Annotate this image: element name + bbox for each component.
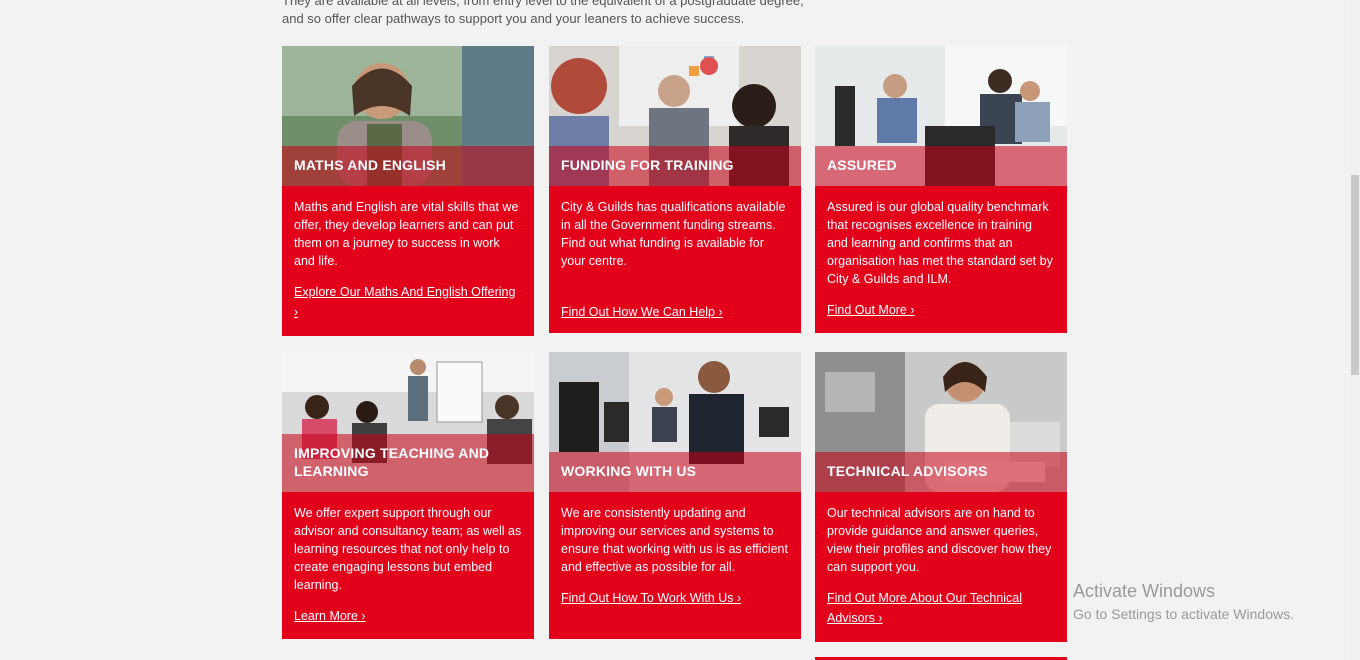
card-body: Assured is our global quality benchmark … bbox=[815, 186, 1067, 332]
card-image: MATHS AND ENGLISH bbox=[282, 46, 534, 186]
card-working-with-us: WORKING WITH US We are consistently upda… bbox=[549, 352, 801, 639]
page-scrollbar[interactable] bbox=[1350, 0, 1360, 660]
card-body: We are consistently updating and improvi… bbox=[549, 492, 801, 620]
card-image: WORKING WITH US bbox=[549, 352, 801, 492]
card-description: Our technical advisors are on hand to pr… bbox=[827, 506, 1052, 574]
technical-advisors-link[interactable]: Find Out More About Our Technical Adviso… bbox=[827, 588, 1055, 628]
card-image: ASSURED bbox=[815, 46, 1067, 186]
card-body: We offer expert support through our advi… bbox=[282, 492, 534, 638]
card-technical-advisors: TECHNICAL ADVISORS Our technical advisor… bbox=[815, 352, 1067, 642]
intro-text: They are available at all levels, from e… bbox=[282, 0, 822, 28]
card-improving-teaching: IMPROVING TEACHING AND LEARNING We offer… bbox=[282, 352, 534, 639]
card-description: Maths and English are vital skills that … bbox=[294, 200, 519, 268]
card-title: WORKING WITH US bbox=[561, 463, 697, 479]
card-title: TECHNICAL ADVISORS bbox=[827, 463, 988, 479]
card-maths-english: MATHS AND ENGLISH Maths and English are … bbox=[282, 46, 534, 336]
card-title: MATHS AND ENGLISH bbox=[294, 157, 446, 173]
activate-windows-subtitle: Go to Settings to activate Windows. bbox=[1073, 606, 1294, 622]
scrollbar-thumb[interactable] bbox=[1351, 175, 1359, 375]
intro-line-2: and so offer clear pathways to support y… bbox=[282, 11, 745, 26]
card-description: Assured is our global quality benchmark … bbox=[827, 200, 1053, 286]
explore-maths-english-link[interactable]: Explore Our Maths And English Offering › bbox=[294, 282, 522, 322]
activate-windows-title: Activate Windows bbox=[1073, 581, 1216, 601]
card-body: City & Guilds has qualifications availab… bbox=[549, 186, 801, 334]
find-out-how-to-work-with-us-link[interactable]: Find Out How To Work With Us › bbox=[561, 588, 741, 608]
card-description: We offer expert support through our advi… bbox=[294, 506, 522, 592]
card-description: City & Guilds has qualifications availab… bbox=[561, 200, 786, 268]
card-body: Our technical advisors are on hand to pr… bbox=[815, 492, 1067, 640]
card-description: We are consistently updating and improvi… bbox=[561, 506, 788, 574]
find-out-how-we-can-help-link[interactable]: Find Out How We Can Help › bbox=[561, 302, 723, 322]
card-assured: ASSURED Assured is our global quality be… bbox=[815, 46, 1067, 333]
card-body: Maths and English are vital skills that … bbox=[282, 186, 534, 334]
card-title: ASSURED bbox=[827, 157, 897, 173]
card-title: FUNDING FOR TRAINING bbox=[561, 157, 734, 173]
find-out-more-link[interactable]: Find Out More › bbox=[827, 300, 915, 320]
card-funding-training: FUNDING FOR TRAINING City & Guilds has q… bbox=[549, 46, 801, 333]
card-image: FUNDING FOR TRAINING bbox=[549, 46, 801, 186]
card-image: IMPROVING TEACHING AND LEARNING bbox=[282, 352, 534, 492]
intro-line-1: They are available at all levels, from e… bbox=[282, 0, 804, 8]
card-title: IMPROVING TEACHING AND LEARNING bbox=[294, 445, 490, 479]
learn-more-link[interactable]: Learn More › bbox=[294, 606, 366, 626]
card-image: TECHNICAL ADVISORS bbox=[815, 352, 1067, 492]
